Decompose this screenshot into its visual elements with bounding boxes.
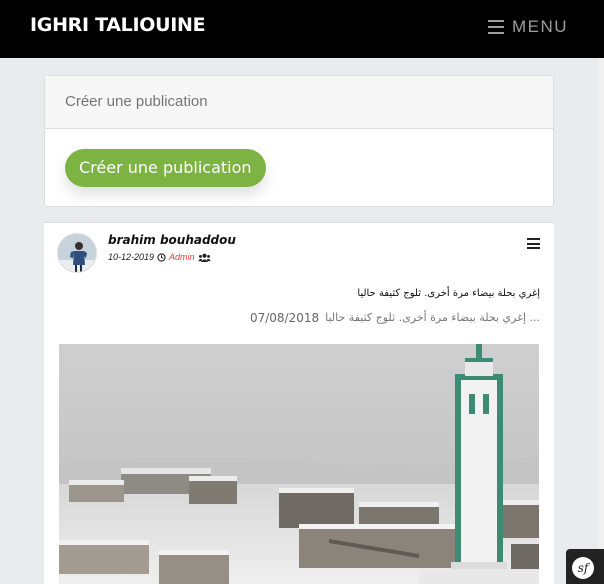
menu-label: MENU [511, 17, 568, 36]
clock-icon [157, 252, 166, 262]
post-sub-date: 07/08/2018 [249, 311, 320, 325]
post-meta: 10-12-2019 Admin [108, 252, 211, 262]
create-post-button[interactable]: Créer une publication [65, 149, 266, 187]
post-photo[interactable] [59, 344, 539, 584]
site-brand[interactable]: IGHRI TALIOUINE [30, 14, 206, 36]
post-card: brahim bouhaddou 10-12-2019 Admin إغري ب… [44, 222, 554, 584]
author-role: Admin [169, 252, 195, 262]
author-avatar[interactable] [57, 233, 97, 273]
post-sub-text: ... إغري بحلة بيضاء مرة أخرى. ثلوج كثيفة… [325, 311, 540, 324]
author-name[interactable]: brahim bouhaddou [108, 233, 236, 247]
post-subline: 07/08/2018 ... إغري بحلة بيضاء مرة أخرى.… [250, 311, 540, 325]
create-post-card: Créer une publication Créer une publicat… [44, 75, 554, 207]
users-icon [197, 253, 211, 262]
top-navbar: IGHRI TALIOUINE MENU [0, 0, 604, 58]
symfony-toolbar-toggle[interactable]: sf [566, 549, 604, 584]
post-caption: إغري بحلة بيضاء مرة أخرى. ثلوج كثيفة حال… [357, 288, 540, 299]
page-scrollbar[interactable] [598, 58, 604, 584]
post-date: 10-12-2019 [108, 252, 155, 262]
menu-button[interactable]: MENU [487, 17, 568, 37]
hamburger-icon [487, 20, 504, 34]
symfony-icon: sf [572, 557, 594, 579]
post-options-button[interactable] [527, 238, 540, 249]
create-post-header[interactable]: Créer une publication [45, 76, 553, 129]
